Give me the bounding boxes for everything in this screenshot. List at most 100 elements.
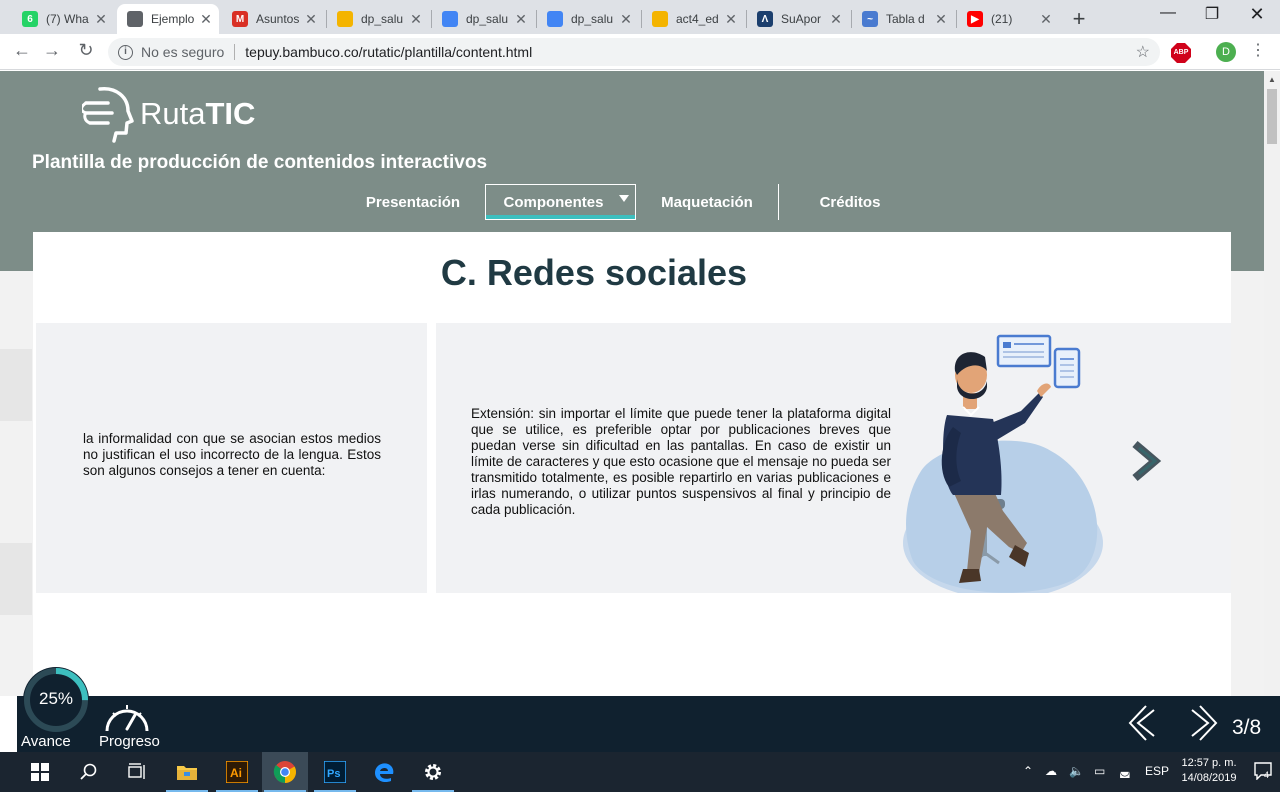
youtube-icon: ▶	[967, 11, 983, 27]
avance-percent: 25%	[38, 689, 74, 708]
browser-tab[interactable]: dp_salu ✕	[432, 4, 534, 34]
side-tab	[0, 543, 32, 615]
man-with-devices-illustration	[903, 334, 1103, 593]
adblock-plus-icon[interactable]: ABP	[1171, 43, 1191, 63]
browser-tab-label: (7) Wha	[46, 12, 89, 26]
url-text[interactable]: tepuy.bambuco.co/rutatic/plantilla/conte…	[245, 44, 532, 60]
notification-center-icon[interactable]: 4	[1254, 762, 1272, 783]
main-navigation: Presentación Componentes Maquetación Cré…	[0, 184, 1264, 220]
tab-close-icon[interactable]: ✕	[724, 11, 738, 28]
browser-tab-label: dp_salu	[571, 12, 614, 26]
content-footer-area	[36, 635, 1228, 696]
battery-icon[interactable]: ▭	[1094, 764, 1105, 778]
nav-maquetacion[interactable]: Maquetación	[652, 184, 762, 220]
chrome-menu-icon[interactable]: ⋮	[1250, 40, 1266, 60]
browser-tab[interactable]: ~ Tabla d ✕	[852, 4, 954, 34]
rutatic-logo[interactable]: Ruta TIC	[82, 85, 255, 143]
forward-arrow-icon[interactable]: →	[40, 40, 64, 61]
content-panel: C. Redes sociales la informalidad con qu…	[33, 232, 1231, 696]
browser-tab-label: Tabla d	[886, 12, 925, 26]
browser-tab[interactable]: act4_ed ✕	[642, 4, 744, 34]
next-page-icon[interactable]	[1186, 702, 1222, 744]
next-slide-arrow-icon[interactable]	[1129, 438, 1163, 484]
head-logo-icon	[82, 87, 134, 143]
back-arrow-icon[interactable]: ←	[10, 40, 34, 61]
security-status: No es seguro	[141, 44, 225, 60]
browser-tab[interactable]: M Asuntos ✕	[222, 4, 324, 34]
page-counter: 3/8	[1232, 716, 1262, 739]
task-view-icon[interactable]	[114, 752, 160, 792]
tab-close-icon[interactable]: ✕	[514, 11, 528, 28]
slide-text: Extensión: sin importar el límite que pu…	[471, 406, 891, 517]
file-explorer-icon[interactable]	[164, 752, 210, 792]
tab-separator	[326, 10, 327, 28]
nav-componentes[interactable]: Componentes	[485, 184, 636, 220]
globe-icon	[127, 11, 143, 27]
reload-icon[interactable]: ↻	[74, 40, 98, 61]
clock-date: 14/08/2019	[1181, 772, 1237, 784]
nav-separator	[778, 184, 779, 220]
language-indicator[interactable]: ESP	[1145, 764, 1169, 778]
bookmark-star-icon[interactable]: ☆	[1136, 42, 1150, 62]
logo-word-tic: TIC	[205, 96, 256, 131]
system-clock[interactable]: 12:57 p. m. 14/08/2019	[1176, 756, 1242, 786]
speedometer-icon[interactable]	[103, 699, 151, 735]
logo-word-ruta: Ruta	[140, 96, 206, 131]
chart-icon: ~	[862, 11, 878, 27]
edge-icon[interactable]	[361, 752, 407, 792]
browser-tab[interactable]: ▶ (21) ✕	[957, 4, 1059, 34]
wifi-icon[interactable]: ◛	[1119, 764, 1131, 778]
page-scrollbar[interactable]: ▲	[1264, 71, 1280, 696]
tab-close-icon[interactable]: ✕	[934, 11, 948, 28]
tray-overflow-icon[interactable]: ⌃	[1023, 764, 1033, 778]
tab-separator	[746, 10, 747, 28]
intro-text: la informalidad con que se asocian estos…	[83, 431, 381, 478]
address-divider	[234, 44, 236, 60]
volume-icon[interactable]: 🔈	[1069, 764, 1084, 778]
docs-icon	[442, 11, 458, 27]
tab-close-icon[interactable]: ✕	[1039, 11, 1053, 28]
scroll-thumb[interactable]	[1267, 89, 1277, 144]
scroll-up-icon[interactable]: ▲	[1268, 75, 1276, 84]
browser-tab[interactable]: dp_salu ✕	[327, 4, 429, 34]
nav-componentes-label: Componentes	[503, 193, 604, 211]
progreso-label: Progreso	[99, 733, 160, 750]
nav-presentacion[interactable]: Presentación	[360, 184, 466, 220]
browser-tab[interactable]: Λ SuApor ✕	[747, 4, 849, 34]
tab-close-icon[interactable]: ✕	[94, 11, 108, 28]
onedrive-cloud-icon[interactable]: ☁	[1045, 764, 1057, 778]
minimize-button[interactable]: —	[1145, 4, 1191, 22]
tab-close-icon[interactable]: ✕	[304, 11, 318, 28]
browser-tab-label: dp_salu	[361, 12, 404, 26]
info-icon[interactable]: i	[118, 44, 133, 60]
close-window-button[interactable]: ✕	[1234, 4, 1280, 25]
restore-button[interactable]: ❐	[1189, 4, 1235, 24]
docs-icon	[547, 11, 563, 27]
active-underline	[486, 215, 635, 219]
address-bar[interactable]: i No es seguro tepuy.bambuco.co/rutatic/…	[108, 38, 1160, 66]
avance-label: Avance	[21, 733, 71, 750]
new-tab-button[interactable]: +	[1069, 6, 1089, 32]
nav-creditos[interactable]: Créditos	[800, 184, 900, 220]
browser-tab[interactable]: 6 (7) Wha ✕	[12, 4, 114, 34]
browser-tab-label: Asuntos	[256, 12, 300, 26]
profile-avatar[interactable]: D	[1216, 42, 1236, 62]
side-tab	[0, 349, 32, 421]
previous-page-icon[interactable]	[1124, 702, 1160, 744]
drive-icon	[337, 11, 353, 27]
browser-tab-label: SuApor	[781, 12, 822, 26]
chrome-icon[interactable]	[262, 752, 308, 792]
search-icon[interactable]	[66, 752, 112, 792]
illustrator-icon[interactable]: Ai	[214, 752, 260, 792]
course-player-bar	[17, 696, 1280, 752]
tab-close-icon[interactable]: ✕	[619, 11, 633, 28]
settings-gear-icon[interactable]	[410, 752, 456, 792]
tab-close-icon[interactable]: ✕	[199, 11, 213, 28]
windows-start-icon[interactable]	[17, 752, 63, 792]
tab-close-icon[interactable]: ✕	[409, 11, 423, 28]
browser-tab[interactable]: Ejemplo ✕	[117, 4, 219, 34]
photoshop-icon[interactable]: Ps	[312, 752, 358, 792]
intro-card: la informalidad con que se asocian estos…	[36, 323, 427, 593]
tab-close-icon[interactable]: ✕	[829, 11, 843, 28]
browser-tab[interactable]: dp_salu ✕	[537, 4, 639, 34]
